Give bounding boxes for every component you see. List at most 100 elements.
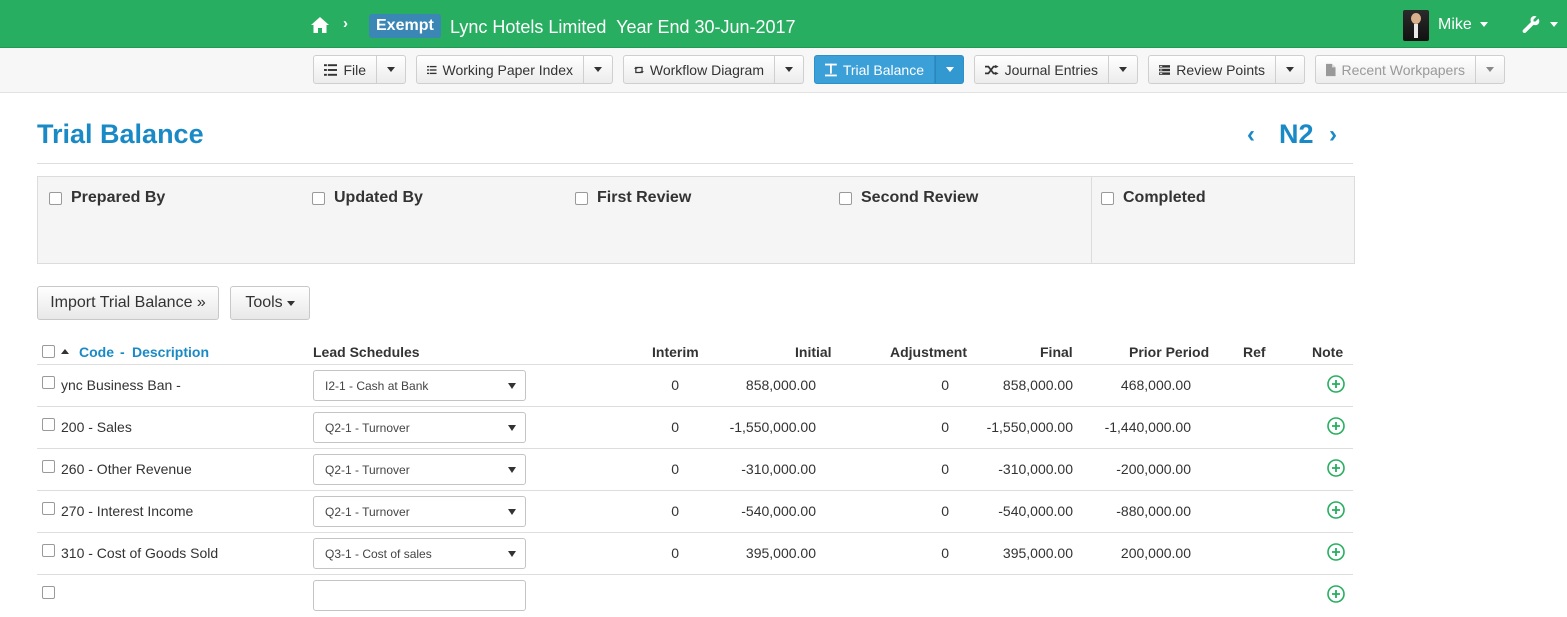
account-name: 200 - Sales: [61, 419, 132, 435]
add-note-icon[interactable]: [1327, 543, 1345, 561]
toolbar: File Working Paper Index Workflow Diagra…: [0, 48, 1567, 93]
lead-schedule-select[interactable]: [313, 580, 526, 611]
second-review-checkbox[interactable]: [839, 191, 852, 205]
prior-period-value: -200,000.00: [1116, 461, 1191, 477]
lead-schedule-select[interactable]: Q2-1 - Turnover: [313, 496, 526, 527]
period-label: Year End 30-Jun-2017: [616, 17, 796, 37]
trial-balance-dropdown-toggle[interactable]: [935, 55, 964, 84]
lead-schedule-select[interactable]: Q2-1 - Turnover: [313, 454, 526, 485]
retweet-icon: [634, 66, 644, 73]
row-checkbox[interactable]: [42, 418, 55, 431]
row-checkbox[interactable]: [42, 460, 55, 473]
interim-value: 0: [671, 545, 679, 561]
lead-schedule-select[interactable]: I2-1 - Cash at Bank: [313, 370, 526, 401]
row-checkbox[interactable]: [42, 376, 55, 389]
add-note-icon[interactable]: [1327, 459, 1345, 477]
wrench-icon[interactable]: [1522, 15, 1540, 33]
workflow-diagram-button[interactable]: Workflow Diagram: [623, 55, 775, 84]
lead-schedule-value: Q2-1 - Turnover: [325, 421, 410, 435]
caret-down-icon: [508, 509, 516, 515]
column-header-final: Final: [1040, 344, 1073, 360]
sort-ascending-icon[interactable]: [61, 349, 69, 354]
journal-entries-button[interactable]: Journal Entries: [974, 55, 1109, 84]
prior-period-value: 200,000.00: [1120, 545, 1191, 561]
user-menu[interactable]: Mike: [1438, 16, 1472, 34]
adjustment-value: 0: [941, 419, 949, 435]
interim-value: 0: [671, 503, 679, 519]
working-paper-index-button[interactable]: Working Paper Index: [416, 55, 584, 84]
file-button[interactable]: File: [313, 55, 377, 84]
tools-dropdown-button[interactable]: Tools: [230, 286, 310, 320]
chevron-left-icon[interactable]: ‹: [1247, 121, 1255, 149]
workflow-diagram-dropdown-toggle[interactable]: [775, 55, 804, 84]
divider: [37, 163, 1353, 164]
initial-value: -1,550,000.00: [729, 419, 816, 435]
journal-entries-dropdown-toggle[interactable]: [1109, 55, 1138, 84]
file-menu: File: [313, 55, 406, 84]
row-checkbox[interactable]: [42, 502, 55, 515]
column-header-note: Note: [1312, 344, 1344, 360]
trial-balance-button[interactable]: Trial Balance: [814, 55, 935, 84]
adjustment-value: 0: [941, 545, 949, 561]
initial-value: -540,000.00: [741, 503, 816, 519]
interim-value: 0: [671, 461, 679, 477]
signoff-updated-by: Updated By: [312, 189, 423, 207]
column-header-separator: -: [120, 344, 125, 360]
lead-schedule-value: Q2-1 - Turnover: [325, 463, 410, 477]
table-row: ync Business Ban - I2-1 - Cash at Bank 0 85…: [37, 365, 1353, 407]
lead-schedule-select[interactable]: Q3-1 - Cost of sales: [313, 538, 526, 569]
prior-period-value: 468,000.00: [1120, 377, 1191, 393]
chevron-down-icon[interactable]: [1550, 22, 1558, 27]
review-points-dropdown-toggle[interactable]: [1276, 55, 1305, 84]
column-header-ref: Ref: [1243, 344, 1266, 360]
chevron-down-icon[interactable]: [1480, 22, 1488, 27]
review-points-button[interactable]: Review Points: [1148, 55, 1276, 84]
table-row: 310 - Cost of Goods Sold Q3-1 - Cost of s…: [37, 533, 1353, 575]
import-trial-balance-button[interactable]: Import Trial Balance »: [37, 286, 219, 320]
completed-checkbox[interactable]: [1101, 191, 1114, 205]
final-value: 395,000.00: [1002, 545, 1073, 561]
initial-value: 858,000.00: [745, 377, 816, 393]
add-note-icon[interactable]: [1327, 375, 1345, 393]
select-all-checkbox[interactable]: [42, 345, 55, 358]
column-header-code[interactable]: Code: [79, 344, 114, 360]
column-header-interim: Interim: [652, 344, 699, 360]
signoff-divider: [1091, 177, 1092, 263]
adjustment-value: 0: [941, 377, 949, 393]
interim-value: 0: [671, 419, 679, 435]
row-checkbox[interactable]: [42, 544, 55, 557]
account-name: 260 - Other Revenue: [61, 461, 192, 477]
updated-by-checkbox[interactable]: [312, 191, 325, 205]
workflow-diagram-menu: Workflow Diagram: [623, 55, 804, 84]
caret-down-icon: [508, 383, 516, 389]
recent-workpapers-dropdown-toggle[interactable]: [1476, 55, 1505, 84]
review-points-menu: Review Points: [1148, 55, 1305, 84]
prepared-by-checkbox[interactable]: [49, 191, 62, 205]
lead-schedule-select[interactable]: Q2-1 - Turnover: [313, 412, 526, 443]
caret-down-icon: [508, 467, 516, 473]
column-header-description[interactable]: Description: [132, 344, 209, 360]
working-paper-index-menu: Working Paper Index: [416, 55, 613, 84]
account-name: ync Business Ban -: [61, 377, 181, 393]
breadcrumb-separator: ›: [343, 15, 348, 32]
add-note-icon[interactable]: [1327, 417, 1345, 435]
file-dropdown-toggle[interactable]: [377, 55, 406, 84]
lead-schedule-value: Q2-1 - Turnover: [325, 505, 410, 519]
recent-workpapers-menu: Recent Workpapers: [1315, 55, 1505, 84]
home-icon[interactable]: [311, 17, 329, 33]
lead-schedule-value: I2-1 - Cash at Bank: [325, 379, 429, 393]
final-value: -540,000.00: [998, 503, 1073, 519]
working-paper-index-dropdown-toggle[interactable]: [584, 55, 613, 84]
add-note-icon[interactable]: [1327, 501, 1345, 519]
recent-workpapers-button[interactable]: Recent Workpapers: [1315, 55, 1476, 84]
column-header-adjustment: Adjustment: [890, 344, 967, 360]
avatar[interactable]: [1403, 10, 1429, 41]
initial-value: 395,000.00: [745, 545, 816, 561]
shuffle-icon: [985, 64, 999, 75]
trial-balance-menu: Trial Balance: [814, 55, 964, 84]
first-review-checkbox[interactable]: [575, 191, 588, 205]
final-value: -310,000.00: [998, 461, 1073, 477]
text-height-icon: [825, 63, 837, 76]
initial-value: -310,000.00: [741, 461, 816, 477]
chevron-right-icon[interactable]: ›: [1329, 121, 1337, 149]
